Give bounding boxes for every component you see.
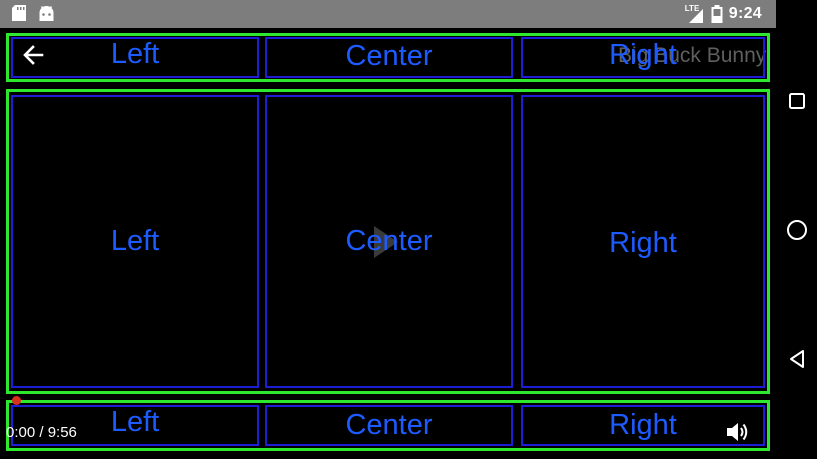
- time-display: 0:00 / 9:56: [6, 424, 77, 441]
- device-screen: LTE 9:24 Big Buck Bunny Left Center Righ…: [0, 0, 817, 459]
- top-right-cell: Right: [521, 37, 765, 78]
- navigation-bar: [776, 0, 817, 459]
- recents-square-icon: [789, 93, 805, 109]
- video-player[interactable]: Big Buck Bunny Left Center Right Left Ce…: [0, 28, 776, 459]
- bottom-left-label: Left: [110, 406, 160, 438]
- bottom-center-cell: Center: [265, 405, 513, 446]
- sd-card-icon: [12, 5, 26, 21]
- middle-center-label: Center: [345, 225, 433, 257]
- top-center-label: Center: [345, 40, 433, 72]
- status-time: 9:24: [728, 5, 762, 22]
- bottom-center-label: Center: [345, 409, 433, 441]
- middle-overlay-row: Left Center Right: [6, 89, 770, 394]
- top-right-label: Right: [609, 39, 677, 71]
- bottom-right-label: Right: [609, 409, 677, 441]
- status-icons: LTE 9:24: [685, 3, 762, 25]
- middle-right-cell: Right: [521, 95, 765, 388]
- android-icon: [38, 5, 55, 22]
- middle-left-label: Left: [110, 225, 160, 257]
- bottom-overlay-row: Left Center Right: [6, 400, 770, 451]
- seek-bar-thumb[interactable]: [12, 396, 21, 405]
- top-center-cell: Center: [265, 37, 513, 78]
- top-left-cell: Left: [11, 37, 259, 78]
- top-overlay-row: Left Center Right: [6, 33, 770, 82]
- top-left-label: Left: [110, 38, 160, 70]
- middle-center-cell: Center: [265, 95, 513, 388]
- middle-left-cell: Left: [11, 95, 259, 388]
- lte-signal-icon: LTE: [685, 4, 705, 23]
- home-circle-icon: [787, 220, 807, 240]
- volume-button[interactable]: [724, 418, 752, 446]
- back-triangle-icon: [790, 350, 804, 368]
- volume-icon: [727, 423, 748, 441]
- home-button[interactable]: [782, 215, 812, 245]
- system-back-button[interactable]: [782, 344, 812, 374]
- status-bar: LTE 9:24: [0, 0, 776, 28]
- battery-icon: [711, 5, 723, 23]
- middle-right-label: Right: [609, 227, 677, 259]
- recents-button[interactable]: [782, 86, 812, 116]
